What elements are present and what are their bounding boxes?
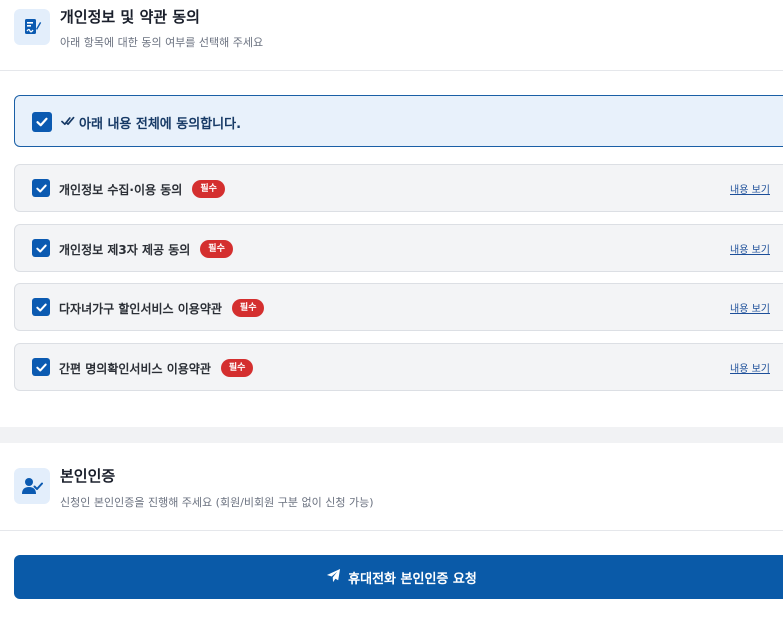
view-content-link[interactable]: 내용 보기 xyxy=(730,300,770,315)
term-row[interactable]: 간편 명의확인서비스 이용약관 필수 내용 보기 xyxy=(14,343,783,391)
agree-all-row[interactable]: 아래 내용 전체에 동의합니다. xyxy=(14,95,783,147)
view-content-link[interactable]: 내용 보기 xyxy=(730,360,770,375)
terms-section-subtitle: 아래 항목에 대한 동의 여부를 선택해 주세요 xyxy=(60,36,264,49)
term-label: 개인정보 제3자 제공 동의 xyxy=(59,242,191,257)
term-row[interactable]: 다자녀가구 할인서비스 이용약관 필수 내용 보기 xyxy=(14,283,783,331)
section-separator xyxy=(0,427,783,443)
term-label: 개인정보 수집·이용 동의 xyxy=(59,182,183,197)
auth-section-subtitle: 신청인 본인인증을 진행해 주세요 (회원/비회원 구분 없이 신청 가능) xyxy=(60,496,374,509)
term-label-wrap: 개인정보 제3자 제공 동의 필수 xyxy=(59,240,233,258)
auth-section-title: 본인인증 xyxy=(60,467,116,485)
terms-section-title: 개인정보 및 약관 동의 xyxy=(60,8,200,26)
phone-auth-request-button[interactable]: 휴대전화 본인인증 요청 xyxy=(14,555,783,599)
agree-all-label-wrap: 아래 내용 전체에 동의합니다. xyxy=(61,113,241,132)
term-label-wrap: 간편 명의확인서비스 이용약관 필수 xyxy=(59,359,254,377)
term-label-wrap: 다자녀가구 할인서비스 이용약관 필수 xyxy=(59,299,265,317)
agree-all-checkbox[interactable] xyxy=(32,112,52,132)
required-badge: 필수 xyxy=(220,359,254,377)
user-check-icon xyxy=(14,468,50,504)
required-badge: 필수 xyxy=(192,180,225,198)
terms-section-header: 개인정보 및 약관 동의 아래 항목에 대한 동의 여부를 선택해 주세요 xyxy=(0,0,783,70)
term-checkbox[interactable] xyxy=(32,179,50,197)
view-content-link[interactable]: 내용 보기 xyxy=(730,181,770,196)
required-badge: 필수 xyxy=(231,299,265,317)
term-label: 다자녀가구 할인서비스 이용약관 xyxy=(59,301,222,316)
double-check-icon xyxy=(61,115,75,131)
view-content-link[interactable]: 내용 보기 xyxy=(730,241,770,256)
signature-doc-icon xyxy=(14,9,50,45)
section-divider xyxy=(0,530,783,531)
phone-auth-request-label: 휴대전화 본인인증 요청 xyxy=(348,571,477,587)
term-label: 간편 명의확인서비스 이용약관 xyxy=(59,361,211,376)
term-row[interactable]: 개인정보 제3자 제공 동의 필수 내용 보기 xyxy=(14,224,783,272)
term-row[interactable]: 개인정보 수집·이용 동의 필수 내용 보기 xyxy=(14,164,783,212)
section-divider xyxy=(0,70,783,71)
required-badge: 필수 xyxy=(200,240,233,258)
term-checkbox[interactable] xyxy=(32,239,50,257)
paper-plane-icon xyxy=(326,568,341,587)
term-label-wrap: 개인정보 수집·이용 동의 필수 xyxy=(59,180,225,198)
agree-all-label: 아래 내용 전체에 동의합니다. xyxy=(79,117,242,132)
term-checkbox[interactable] xyxy=(32,358,50,376)
auth-section-header: 본인인증 신청인 본인인증을 진행해 주세요 (회원/비회원 구분 없이 신청 … xyxy=(0,443,783,531)
term-checkbox[interactable] xyxy=(32,298,50,316)
